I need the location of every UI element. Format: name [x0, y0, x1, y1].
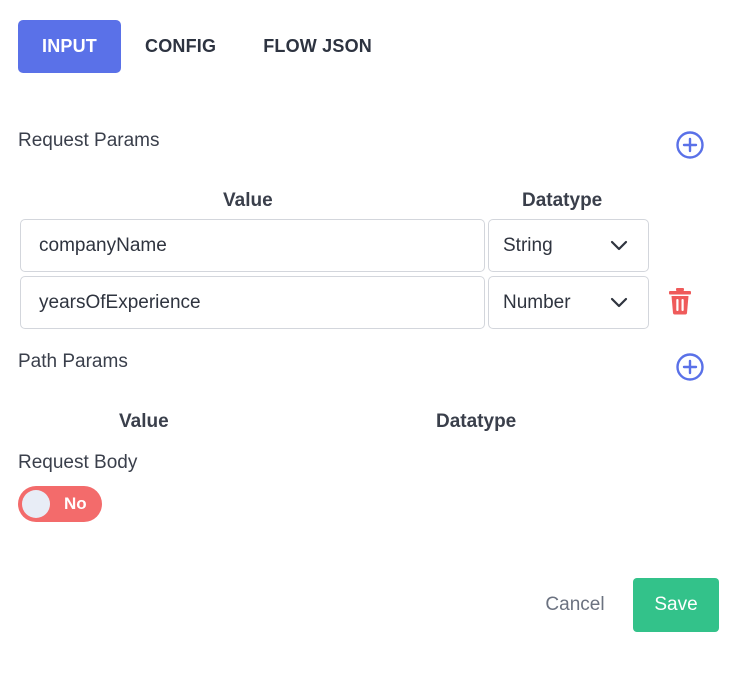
param-datatype-text: Number [503, 291, 571, 313]
param-value-text: yearsOfExperience [39, 291, 201, 313]
delete-param-button[interactable] [668, 287, 692, 315]
param-value-text: companyName [39, 234, 167, 256]
param-datatype-text: String [503, 234, 553, 256]
toggle-knob [22, 490, 50, 518]
param-value-input[interactable]: companyName [20, 219, 485, 272]
tab-flow-json[interactable]: FLOW JSON [263, 20, 372, 73]
save-button[interactable]: Save [633, 578, 719, 632]
tab-config[interactable]: CONFIG [145, 20, 216, 73]
param-datatype-select[interactable]: Number [488, 276, 649, 329]
tab-bar: INPUT CONFIG FLOW JSON [18, 20, 372, 73]
add-request-param-button[interactable] [675, 130, 705, 160]
path-params-datatype-header: Datatype [436, 411, 517, 432]
chevron-down-icon [610, 240, 628, 250]
request-body-toggle[interactable]: No [18, 486, 102, 522]
param-value-input[interactable]: yearsOfExperience [20, 276, 485, 329]
toggle-label: No [64, 494, 87, 513]
add-path-param-button[interactable] [675, 352, 705, 382]
request-params-title: Request Params [18, 130, 160, 151]
path-params-value-header: Value [119, 411, 169, 432]
request-params-value-header: Value [223, 190, 273, 211]
param-datatype-select[interactable]: String [488, 219, 649, 272]
chevron-down-icon [610, 297, 628, 307]
cancel-button[interactable]: Cancel [528, 578, 622, 632]
plus-circle-icon [676, 131, 704, 159]
tab-input[interactable]: INPUT [18, 20, 121, 73]
request-body-title: Request Body [18, 452, 138, 473]
plus-circle-icon [676, 353, 704, 381]
trash-icon [669, 288, 691, 315]
path-params-title: Path Params [18, 351, 128, 372]
request-params-datatype-header: Datatype [522, 190, 603, 211]
